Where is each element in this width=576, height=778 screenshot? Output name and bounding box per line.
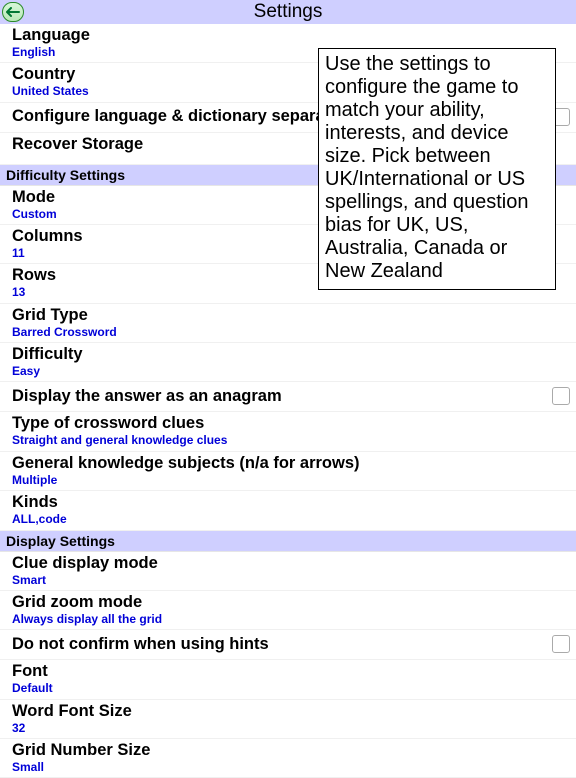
back-button[interactable]: [2, 2, 24, 22]
toggle-anagram[interactable]: [552, 387, 570, 405]
value-clue-type: Straight and general knowledge clues: [12, 433, 568, 447]
row-clue-display-mode[interactable]: Clue display mode Smart: [0, 552, 576, 591]
value-kinds: ALL,code: [12, 512, 568, 526]
label-grid-zoom-mode: Grid zoom mode: [12, 593, 568, 612]
value-word-font-size: 32: [12, 721, 568, 735]
row-grid-type[interactable]: Grid Type Barred Crossword: [0, 304, 576, 343]
label-no-confirm-hints: Do not confirm when using hints: [12, 635, 269, 654]
label-grid-number-size: Grid Number Size: [12, 741, 568, 760]
value-difficulty: Easy: [12, 364, 568, 378]
label-anagram: Display the answer as an anagram: [12, 387, 282, 406]
label-clue-display-mode: Clue display mode: [12, 554, 568, 573]
toggle-no-confirm-hints[interactable]: [552, 635, 570, 653]
value-gk-subjects: Multiple: [12, 473, 568, 487]
row-font[interactable]: Font Default: [0, 660, 576, 699]
label-language: Language: [12, 26, 568, 45]
header-bar: Settings: [0, 0, 576, 24]
page-title: Settings: [0, 1, 576, 23]
label-font: Font: [12, 662, 568, 681]
row-difficulty[interactable]: Difficulty Easy: [0, 343, 576, 382]
label-clue-type: Type of crossword clues: [12, 414, 568, 433]
help-tooltip: Use the settings to configure the game t…: [318, 48, 556, 290]
row-no-confirm-hints[interactable]: Do not confirm when using hints: [0, 630, 576, 660]
row-clue-type[interactable]: Type of crossword clues Straight and gen…: [0, 412, 576, 451]
value-grid-type: Barred Crossword: [12, 325, 568, 339]
row-word-font-size[interactable]: Word Font Size 32: [0, 700, 576, 739]
row-anagram[interactable]: Display the answer as an anagram: [0, 382, 576, 412]
value-clue-display-mode: Smart: [12, 573, 568, 587]
row-gk-subjects[interactable]: General knowledge subjects (n/a for arro…: [0, 452, 576, 491]
label-config-separately: Configure language & dictionary separate…: [12, 107, 353, 126]
value-grid-zoom-mode: Always display all the grid: [12, 612, 568, 626]
value-font: Default: [12, 681, 568, 695]
row-kinds[interactable]: Kinds ALL,code: [0, 491, 576, 530]
back-arrow-icon: [6, 7, 20, 17]
row-grid-number-size[interactable]: Grid Number Size Small: [0, 739, 576, 778]
label-gk-subjects: General knowledge subjects (n/a for arro…: [12, 454, 568, 473]
section-display: Display Settings: [0, 531, 576, 552]
label-kinds: Kinds: [12, 493, 568, 512]
label-word-font-size: Word Font Size: [12, 702, 568, 721]
row-grid-zoom-mode[interactable]: Grid zoom mode Always display all the gr…: [0, 591, 576, 630]
value-grid-number-size: Small: [12, 760, 568, 774]
label-difficulty: Difficulty: [12, 345, 568, 364]
label-grid-type: Grid Type: [12, 306, 568, 325]
